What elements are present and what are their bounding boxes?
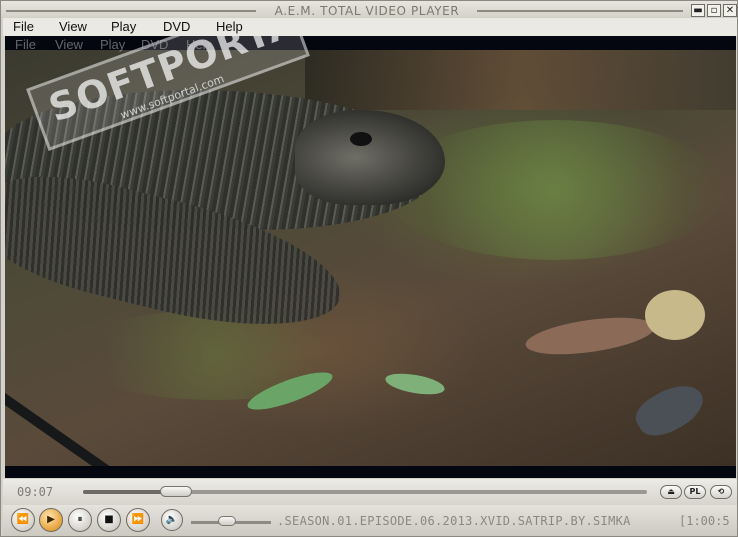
menu-dvd[interactable]: DVD bbox=[163, 19, 190, 34]
menu-view[interactable]: View bbox=[59, 19, 87, 34]
player-window: A.E.M. TOTAL VIDEO PLAYER ▬ ▫ ✕ File Vie… bbox=[0, 0, 738, 537]
window-title: A.E.M. TOTAL VIDEO PLAYER bbox=[274, 4, 460, 18]
dry-leaf bbox=[645, 290, 705, 340]
monitor-lizard-eye bbox=[350, 132, 372, 146]
background-blur bbox=[305, 50, 736, 110]
close-button[interactable]: ✕ bbox=[723, 4, 737, 17]
pause-button[interactable]: ⏸ bbox=[68, 508, 92, 532]
maximize-button[interactable]: ▫ bbox=[707, 4, 721, 17]
ghost-menu-dvd: DVD bbox=[141, 37, 169, 52]
forward-button[interactable]: ⏩ bbox=[126, 508, 150, 532]
stop-button[interactable]: ■ bbox=[97, 508, 121, 532]
green-sprout bbox=[383, 369, 447, 399]
menu-file[interactable]: File bbox=[13, 19, 34, 34]
rewind-button[interactable]: ⏪ bbox=[11, 508, 35, 532]
speaker-icon[interactable]: 🔈 bbox=[161, 509, 183, 531]
seek-row: 09:07 ⏏ PL ⟲ bbox=[3, 479, 737, 505]
eject-button[interactable]: ⏏ bbox=[660, 485, 682, 499]
video-area[interactable]: SOFTPORTAL www.softportal.com bbox=[5, 36, 736, 478]
control-row: ⏪ ▶ ⏸ ■ ⏩ 🔈 .SEASON.01.EPISODE.06.2013.X… bbox=[3, 505, 737, 536]
ghost-menu-file: File bbox=[15, 37, 36, 52]
ghost-menu-play: Play bbox=[100, 37, 126, 52]
menu-help[interactable]: Help bbox=[216, 19, 243, 34]
dry-leaf bbox=[629, 375, 711, 445]
repeat-button[interactable]: ⟲ bbox=[710, 485, 732, 499]
seek-thumb[interactable] bbox=[160, 486, 193, 497]
title-line-right bbox=[477, 10, 683, 12]
dry-leaf bbox=[523, 311, 657, 361]
volume-slider-thumb[interactable] bbox=[218, 516, 236, 526]
menu-bar: File View Play DVD Help bbox=[3, 18, 737, 36]
minimize-button[interactable]: ▬ bbox=[691, 4, 705, 17]
title-line-left bbox=[6, 10, 256, 12]
current-time: 09:07 bbox=[17, 485, 54, 499]
monitor-lizard-head bbox=[295, 110, 445, 205]
playlist-button[interactable]: PL bbox=[684, 485, 706, 499]
now-playing-filename: .SEASON.01.EPISODE.06.2013.XVID.SATRIP.B… bbox=[277, 514, 631, 528]
menu-play[interactable]: Play bbox=[111, 19, 136, 34]
play-button[interactable]: ▶ bbox=[39, 508, 63, 532]
ghost-menu-overlay: File View Play DVD Help bbox=[5, 36, 305, 52]
total-time: [1:00:51] bbox=[679, 514, 731, 528]
ghost-menu-view: View bbox=[55, 37, 83, 52]
ghost-menu-help: Help bbox=[186, 37, 213, 52]
